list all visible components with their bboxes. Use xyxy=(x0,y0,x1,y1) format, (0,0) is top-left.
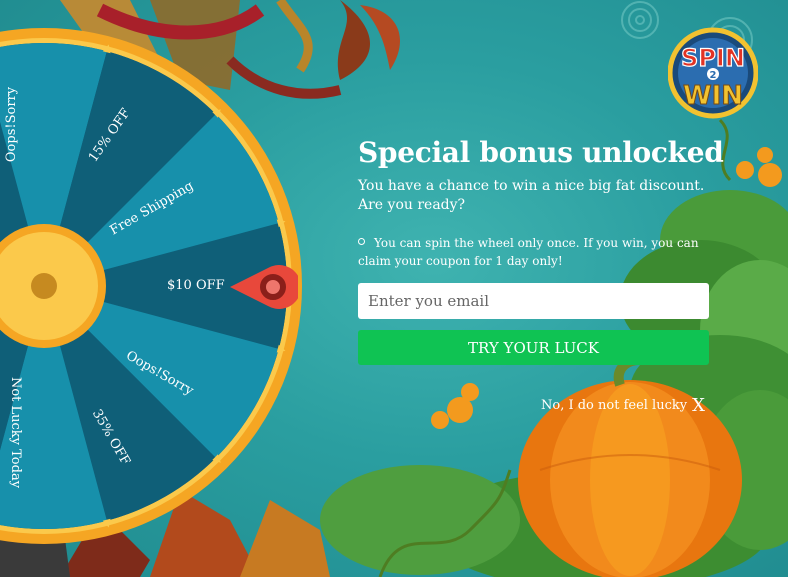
map-pin-pointer-icon xyxy=(230,265,298,309)
rule-list-item: You can spin the wheel only once. If you… xyxy=(358,234,728,270)
logo-word-bottom: WIN xyxy=(683,81,743,111)
wheel-segment-label: Oops!Sorry xyxy=(4,86,20,163)
logo-word-top: SPIN xyxy=(681,44,745,72)
close-x-icon[interactable]: X xyxy=(692,395,705,416)
decline-label: No, I do not feel lucky xyxy=(541,398,688,413)
decline-link[interactable]: No, I do not feel lucky X xyxy=(541,395,705,416)
spin-to-win-popup: Oops!Sorry 15% OFF Free Shipping $10 OFF… xyxy=(0,0,788,577)
bullet-circle-icon xyxy=(358,238,365,245)
promo-title: Special bonus unlocked xyxy=(358,136,724,169)
wheel-segment-label: Not Lucky Today xyxy=(8,376,24,489)
spin-to-win-logo: SPIN 2 WIN xyxy=(668,27,758,119)
try-your-luck-button[interactable]: TRY YOUR LUCK xyxy=(358,330,709,365)
logo-connector: 2 xyxy=(710,70,717,81)
rule-text: You can spin the wheel only once. If you… xyxy=(358,236,699,268)
email-input[interactable] xyxy=(358,283,709,319)
wheel-segment-label: $10 OFF xyxy=(167,278,225,293)
promo-subtitle: You have a chance to win a nice big fat … xyxy=(358,178,705,213)
